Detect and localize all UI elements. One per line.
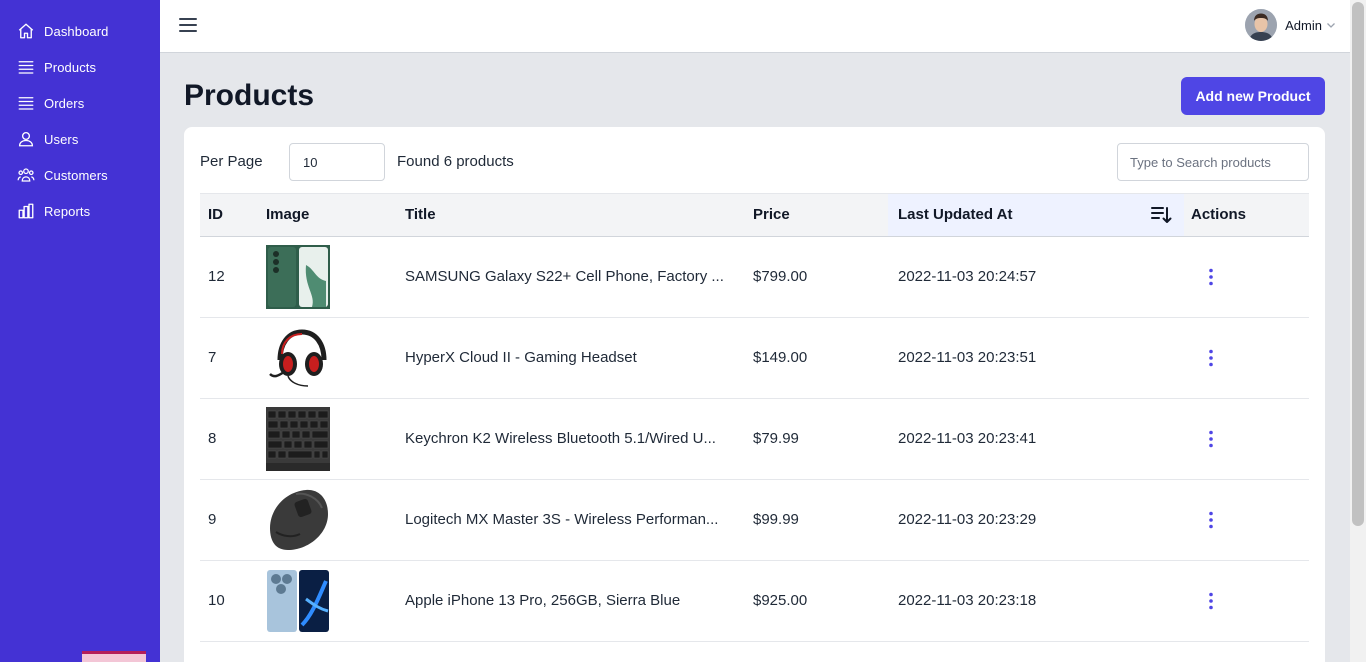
- row-actions-kebab-icon[interactable]: [1201, 348, 1221, 368]
- sidebar-item-label: Dashboard: [44, 23, 109, 39]
- cell-price: $99.99: [753, 511, 799, 528]
- table-toolbar: Per Page Found 6 products: [200, 143, 1309, 181]
- sidebar-item-orders[interactable]: Orders: [0, 85, 160, 121]
- sidebar-item-customers[interactable]: Customers: [0, 157, 160, 193]
- cell-id: 7: [208, 349, 217, 366]
- list-icon: [18, 97, 34, 110]
- cell-title[interactable]: SAMSUNG Galaxy S22+ Cell Phone, Factory …: [405, 237, 735, 317]
- column-header-label: Last Updated At: [898, 206, 1013, 223]
- cell-id: 10: [208, 592, 225, 609]
- chevron-down-icon: [1327, 23, 1335, 28]
- hamburger-menu-icon[interactable]: [178, 15, 198, 35]
- list-icon: [18, 61, 34, 74]
- sidebar-item-label: Customers: [44, 167, 108, 183]
- cell-price: $925.00: [753, 592, 808, 609]
- user-name: Admin: [1285, 17, 1322, 33]
- page-title: Products: [184, 79, 315, 112]
- table-row: 9 Logitech MX Master 3S - Wireless Perfo…: [200, 480, 1309, 561]
- cell-title[interactable]: Apple iPhone 13 Pro, 256GB, Sierra Blue: [405, 561, 735, 641]
- row-actions-kebab-icon[interactable]: [1201, 429, 1221, 449]
- cell-id: 12: [208, 268, 225, 285]
- sidebar: Dashboard Products Orders Users Customer…: [0, 0, 160, 662]
- cell-title[interactable]: Logitech MX Master 3S - Wireless Perform…: [405, 480, 735, 560]
- cell-updated: 2022-11-03 20:23:29: [898, 511, 1037, 528]
- product-image-partial: [82, 650, 146, 662]
- row-actions-kebab-icon[interactable]: [1201, 510, 1221, 530]
- cell-price: $149.00: [753, 349, 808, 366]
- product-image-green-phone: [266, 245, 330, 309]
- table-header: ID Image Title Price Last Updated At Act…: [200, 193, 1309, 237]
- column-header-id[interactable]: ID: [208, 194, 223, 236]
- search-input[interactable]: [1117, 143, 1309, 181]
- column-header-last-updated[interactable]: Last Updated At: [888, 194, 1184, 236]
- cell-updated: 2022-11-03 20:24:57: [898, 268, 1037, 285]
- avatar: [1245, 9, 1278, 41]
- bar-chart-icon: [18, 203, 34, 219]
- table-row: 10 Apple iPhone 13 Pro, 256GB, Sierra Bl…: [200, 561, 1309, 642]
- table-row: 8 Keychron K2 Wireless Bluetooth 5.1/Wir…: [200, 399, 1309, 480]
- sort-descending-icon[interactable]: [1150, 204, 1172, 226]
- sidebar-item-dashboard[interactable]: Dashboard: [0, 13, 160, 49]
- row-actions-kebab-icon[interactable]: [1201, 267, 1221, 287]
- column-header-actions: Actions: [1191, 206, 1247, 223]
- cell-updated: 2022-11-03 20:23:51: [898, 349, 1037, 366]
- page-scrollbar[interactable]: [1350, 0, 1366, 662]
- per-page-input[interactable]: [289, 143, 385, 181]
- sidebar-item-products[interactable]: Products: [0, 49, 160, 85]
- column-header-price[interactable]: Price: [753, 194, 790, 236]
- column-header-image: Image: [266, 206, 310, 223]
- found-count-text: Found 6 products: [397, 153, 514, 170]
- cell-id: 8: [208, 430, 217, 447]
- cell-title[interactable]: Keychron K2 Wireless Bluetooth 5.1/Wired…: [405, 399, 735, 479]
- sidebar-item-label: Reports: [44, 203, 91, 219]
- table-row: 7 HyperX Cloud II - Gaming Headset $149.…: [200, 318, 1309, 399]
- sidebar-item-label: Products: [44, 59, 97, 75]
- cell-id: 9: [208, 511, 217, 528]
- product-image-keyboard: [266, 407, 330, 471]
- users-group-icon: [17, 168, 35, 182]
- product-image-mouse: [266, 488, 330, 552]
- per-page-label: Per Page: [200, 153, 263, 170]
- cell-updated: 2022-11-03 20:23:18: [898, 592, 1037, 609]
- sidebar-item-label: Users: [44, 131, 79, 147]
- home-icon: [18, 23, 34, 39]
- cell-title[interactable]: HyperX Cloud II - Gaming Headset: [405, 318, 735, 398]
- top-bar: Admin: [160, 0, 1350, 53]
- cell-updated: 2022-11-03 20:23:41: [898, 430, 1037, 447]
- add-new-product-button[interactable]: Add new Product: [1181, 77, 1325, 115]
- cell-price: $79.99: [753, 430, 799, 447]
- row-actions-kebab-icon[interactable]: [1201, 591, 1221, 611]
- sidebar-item-label: Orders: [44, 95, 85, 111]
- user-menu[interactable]: Admin: [1245, 9, 1336, 41]
- products-card: Per Page Found 6 products ID Image Title…: [184, 127, 1325, 662]
- cell-price: $799.00: [753, 268, 808, 285]
- sidebar-item-users[interactable]: Users: [0, 121, 160, 157]
- user-icon: [18, 131, 34, 147]
- scrollbar-thumb[interactable]: [1352, 2, 1364, 526]
- product-image-red-headset: [266, 326, 330, 390]
- column-header-title[interactable]: Title: [405, 194, 436, 236]
- products-table-body: 12 SAMSUNG Galaxy S22+ Cell Phone, Facto…: [200, 237, 1309, 642]
- product-image-blue-iphone: [266, 569, 330, 633]
- table-row: 12 SAMSUNG Galaxy S22+ Cell Phone, Facto…: [200, 237, 1309, 318]
- sidebar-item-reports[interactable]: Reports: [0, 193, 160, 229]
